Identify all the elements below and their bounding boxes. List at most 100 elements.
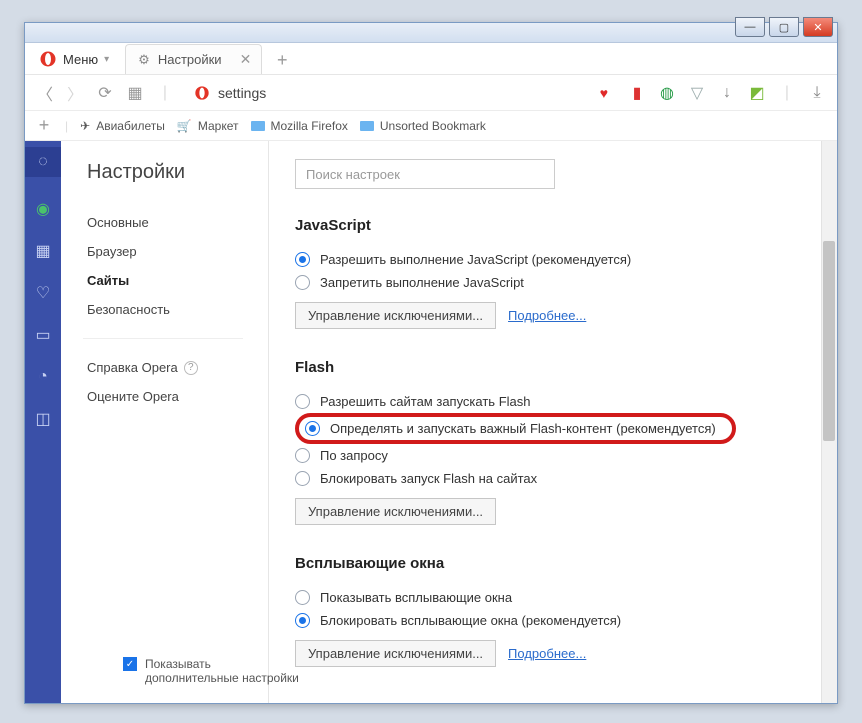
radio-flash-allow[interactable]: Разрешить сайтам запускать Flash <box>295 390 811 413</box>
gear-icon: ⚙ <box>138 52 150 68</box>
tab-label: Настройки <box>158 52 222 67</box>
clock-icon: ◔ <box>38 368 48 386</box>
radio-flash-ondemand[interactable]: По запросу <box>295 444 811 467</box>
new-tab-button[interactable]: + <box>268 46 296 74</box>
sidebar-item-sites[interactable]: Сайты <box>87 266 268 295</box>
url-text: settings <box>218 85 266 101</box>
messenger-icon: ◌ <box>33 152 53 172</box>
popup-exceptions-button[interactable]: Управление исключениями... <box>295 640 496 667</box>
forward-button[interactable]: 〉 <box>65 83 85 103</box>
radio-label: По запросу <box>320 448 388 463</box>
radio-popup-block[interactable]: Блокировать всплывающие окна (рекомендуе… <box>295 609 811 632</box>
heart-icon[interactable]: ♥ <box>600 85 608 101</box>
ext-icon-1[interactable]: ▮ <box>627 83 647 103</box>
add-bookmark-button[interactable]: + <box>35 115 53 136</box>
ext-icon-2[interactable]: ◍ <box>657 83 677 103</box>
folder-icon <box>360 121 374 131</box>
chevron-down-icon: ▾ <box>104 54 109 65</box>
divider: | <box>155 83 175 103</box>
radio-js-block[interactable]: Запретить выполнение JavaScript <box>295 271 811 294</box>
radio-label: Показывать всплывающие окна <box>320 590 512 605</box>
radio-icon <box>295 394 310 409</box>
bookmark-label: Unsorted Bookmark <box>380 119 486 133</box>
bookmark-item[interactable]: ✈ Авиабилеты <box>80 119 165 133</box>
bookmark-folder[interactable]: Mozilla Firefox <box>251 119 348 133</box>
sidebar-item-help[interactable]: Справка Opera? <box>87 353 268 382</box>
opera-icon <box>39 50 57 68</box>
url-input[interactable]: settings ♥ <box>185 80 617 106</box>
radio-icon <box>295 252 310 267</box>
divider <box>83 338 243 339</box>
settings-main: Поиск настроек JavaScript Разрешить выпо… <box>269 141 837 703</box>
radio-icon <box>295 613 310 628</box>
download-icon[interactable]: ↓ <box>717 83 737 103</box>
cube-icon: ◫ <box>35 409 50 429</box>
bookmark-label: Маркет <box>198 119 239 133</box>
bookmark-label: Mozilla Firefox <box>271 119 348 133</box>
rail-extensions[interactable]: ◫ <box>33 409 53 429</box>
radio-icon <box>295 590 310 605</box>
menu-button[interactable]: Меню ▾ <box>29 44 119 74</box>
content: Настройки Основные Браузер Сайты Безопас… <box>61 141 837 703</box>
tab-settings[interactable]: ⚙ Настройки ✕ <box>125 44 262 74</box>
bookmark-label: Авиабилеты <box>96 119 165 133</box>
rail-history[interactable]: ◔ <box>33 367 53 387</box>
scroll-thumb[interactable] <box>823 241 835 441</box>
maximize-button[interactable]: ▢ <box>769 17 799 37</box>
divider: | <box>777 83 797 103</box>
section-heading-popup: Всплывающие окна <box>295 555 811 572</box>
address-bar: 〈 〉 ⟳ ▦ | settings ♥ ▮ ◍ ▽ ↓ ◩ | ⤓ <box>25 75 837 111</box>
scrollbar[interactable] <box>821 141 837 703</box>
sidebar-item-browser[interactable]: Браузер <box>87 237 268 266</box>
folder-icon <box>251 121 265 131</box>
radio-icon <box>295 471 310 486</box>
rail-favorites[interactable]: ♡ <box>33 283 53 303</box>
settings-search-input[interactable]: Поиск настроек <box>295 159 555 189</box>
sidebar-item-basic[interactable]: Основные <box>87 208 268 237</box>
bookmark-folder[interactable]: Unsorted Bookmark <box>360 119 486 133</box>
rail-whatsapp[interactable]: ◉ <box>33 199 53 219</box>
radio-icon[interactable] <box>305 421 320 436</box>
radio-label: Определять и запускать важный Flash-конт… <box>330 421 716 436</box>
minimize-button[interactable]: — <box>735 17 765 37</box>
menu-label: Меню <box>63 52 98 67</box>
sidebar-item-security[interactable]: Безопасность <box>87 295 268 324</box>
radio-popup-allow[interactable]: Показывать всплывающие окна <box>295 586 811 609</box>
back-button[interactable]: 〈 <box>35 83 55 103</box>
tab-row: Меню ▾ ⚙ Настройки ✕ + <box>25 43 837 75</box>
rail-speeddial[interactable]: ▦ <box>33 241 53 261</box>
titlebar: — ▢ ✕ <box>25 23 837 43</box>
js-exceptions-button[interactable]: Управление исключениями... <box>295 302 496 329</box>
rail-messenger[interactable]: ◌ <box>25 147 61 177</box>
divider: | <box>65 119 68 133</box>
radio-label: Блокировать всплывающие окна (рекомендуе… <box>320 613 621 628</box>
radio-icon <box>295 448 310 463</box>
radio-flash-block[interactable]: Блокировать запуск Flash на сайтах <box>295 467 811 490</box>
close-button[interactable]: ✕ <box>803 17 833 37</box>
highlighted-option: Определять и запускать важный Flash-конт… <box>295 413 736 444</box>
radio-label: Блокировать запуск Flash на сайтах <box>320 471 537 486</box>
ext-icon-4[interactable]: ◩ <box>747 83 767 103</box>
flash-exceptions-button[interactable]: Управление исключениями... <box>295 498 496 525</box>
sidebar-item-rate[interactable]: Оцените Opera <box>87 382 268 411</box>
whatsapp-icon: ◉ <box>36 199 50 219</box>
opera-icon <box>194 85 210 101</box>
radio-js-allow[interactable]: Разрешить выполнение JavaScript (рекомен… <box>295 248 811 271</box>
search-placeholder: Поиск настроек <box>306 167 400 182</box>
js-more-link[interactable]: Подробнее... <box>508 308 586 323</box>
heart-icon: ♡ <box>36 283 50 303</box>
question-icon: ? <box>184 361 198 375</box>
downloads-button[interactable]: ⤓ <box>807 83 827 103</box>
radio-icon <box>295 275 310 290</box>
radio-label: Разрешить сайтам запускать Flash <box>320 394 530 409</box>
rail-news[interactable]: ▭ <box>33 325 53 345</box>
bookmark-item[interactable]: 🛒Маркет <box>177 119 239 133</box>
speed-dial-button[interactable]: ▦ <box>125 83 145 103</box>
popup-more-link[interactable]: Подробнее... <box>508 646 586 661</box>
plane-icon: ✈ <box>80 119 90 133</box>
news-icon: ▭ <box>35 325 50 345</box>
ext-icon-3[interactable]: ▽ <box>687 83 707 103</box>
settings-sidebar: Настройки Основные Браузер Сайты Безопас… <box>61 141 269 703</box>
tab-close-icon[interactable]: ✕ <box>240 51 252 68</box>
reload-button[interactable]: ⟳ <box>95 83 115 103</box>
